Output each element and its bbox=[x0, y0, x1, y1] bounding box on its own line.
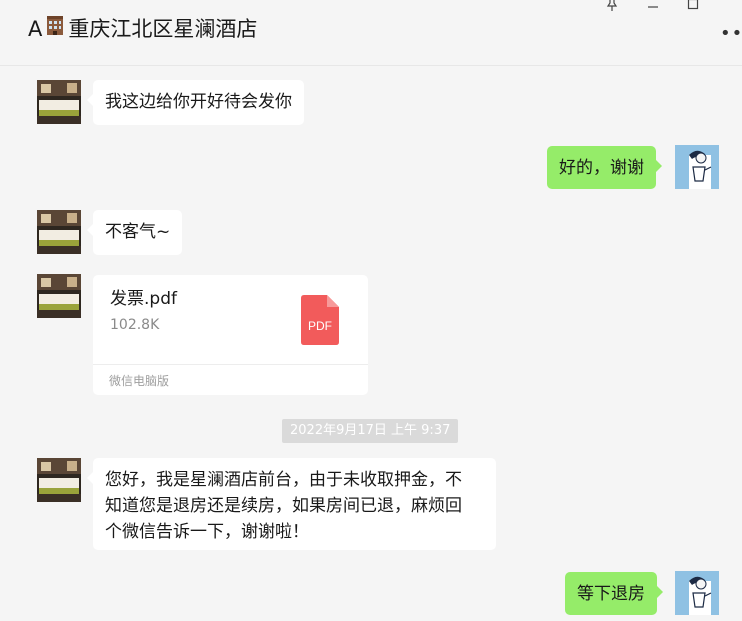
more-options-button[interactable]: ••• bbox=[720, 25, 742, 43]
user-avatar[interactable] bbox=[675, 571, 719, 615]
user-avatar[interactable] bbox=[675, 145, 719, 189]
message-text-line: 您好，我是星澜酒店前台，由于未收取押金，不 bbox=[105, 470, 462, 490]
file-source-label: 微信电脑版 bbox=[93, 364, 368, 395]
hotel-avatar[interactable] bbox=[37, 210, 81, 254]
message-text: 等下退房 bbox=[577, 584, 645, 604]
message-timestamp: 2022年9月17日 上午 9:37 bbox=[282, 419, 459, 443]
file-message-card[interactable]: 发票.pdf 102.8K PDF 微信电脑版 bbox=[93, 275, 368, 395]
file-name: 发票.pdf bbox=[110, 289, 177, 309]
minimize-icon[interactable] bbox=[640, 0, 666, 12]
chat-title: A 重庆江北区星澜酒店 bbox=[28, 14, 257, 43]
file-size: 102.8K bbox=[110, 317, 160, 333]
chat-name: 重庆江北区星澜酒店 bbox=[68, 16, 258, 41]
title-prefix: A bbox=[28, 16, 43, 41]
maximize-icon[interactable] bbox=[680, 0, 706, 12]
message-text: 不客气~ bbox=[105, 222, 171, 242]
message-bubble-incoming[interactable]: 不客气~ bbox=[86, 210, 183, 255]
pdf-icon-label: PDF bbox=[308, 319, 332, 333]
message-text: 我这边给你开好待会发你 bbox=[105, 92, 292, 112]
message-list[interactable]: 我这边给你开好待会发你 好的，谢谢 不客气~ 发票.pdf 102.8K PDF… bbox=[0, 67, 742, 621]
message-bubble-outgoing[interactable]: 好的，谢谢 bbox=[547, 146, 662, 189]
chat-header: A 重庆江北区星澜酒店 • bbox=[0, 0, 742, 66]
message-bubble-outgoing[interactable]: 等下退房 bbox=[565, 572, 663, 615]
hotel-avatar[interactable] bbox=[37, 80, 81, 124]
hotel-building-icon bbox=[44, 14, 66, 43]
message-text-line: 知道您是退房还是续房，如果房间已退，麻烦回 bbox=[105, 496, 462, 516]
hotel-avatar[interactable] bbox=[37, 458, 81, 502]
message-bubble-incoming[interactable]: 您好，我是星澜酒店前台，由于未收取押金，不 知道您是退房还是续房，如果房间已退，… bbox=[87, 458, 496, 550]
message-text: 好的，谢谢 bbox=[559, 158, 644, 178]
message-bubble-incoming[interactable]: 我这边给你开好待会发你 bbox=[87, 80, 304, 125]
pdf-file-icon: PDF bbox=[301, 295, 339, 349]
message-text-line: 个微信告诉一下，谢谢啦！ bbox=[105, 522, 309, 542]
hotel-avatar[interactable] bbox=[37, 274, 81, 318]
pin-icon[interactable] bbox=[599, 0, 625, 12]
